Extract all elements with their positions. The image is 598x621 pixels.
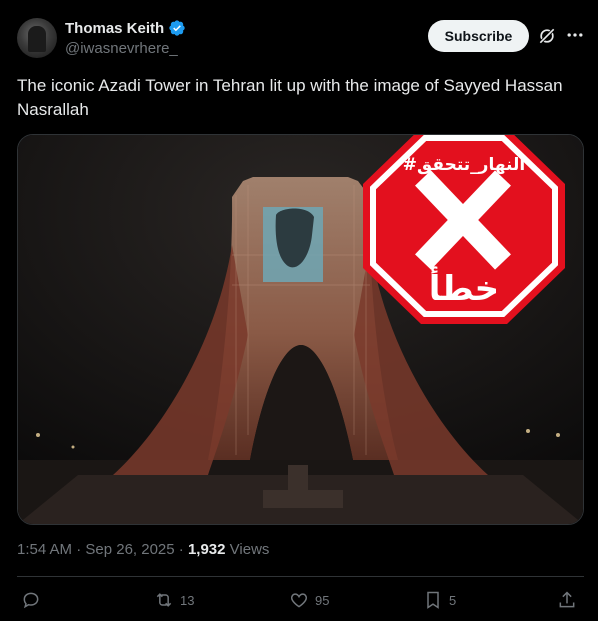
- bookmark-count: 5: [449, 592, 457, 608]
- reply-button[interactable]: [21, 588, 47, 612]
- author-name-row[interactable]: Thomas Keith: [65, 19, 186, 37]
- heart-icon: [290, 593, 308, 608]
- avatar[interactable]: [17, 18, 57, 58]
- grok-icon[interactable]: [537, 26, 557, 46]
- like-count: 95: [315, 592, 330, 608]
- post-header: Thomas Keith @iwasnevrhere_ Subscribe: [17, 16, 584, 60]
- author-name[interactable]: Thomas Keith: [65, 20, 164, 37]
- stamp-verdict: خطأ: [429, 266, 499, 309]
- post-timestamp[interactable]: 1:54 AM · Sep 26, 2025 ·: [17, 541, 188, 558]
- post-meta: 1:54 AM · Sep 26, 2025 · 1,932 Views: [17, 541, 269, 558]
- repost-count: 13: [180, 592, 195, 608]
- action-bar: 13 95 5: [17, 588, 584, 612]
- bookmark-button[interactable]: 5: [423, 588, 456, 612]
- repost-button[interactable]: 13: [154, 588, 194, 612]
- share-icon: [559, 591, 575, 608]
- fact-check-stamp: #النهار_تتحقق خطأ: [363, 135, 565, 324]
- reply-icon: [23, 592, 39, 609]
- bookmark-icon: [427, 591, 439, 609]
- subscribe-button[interactable]: Subscribe: [428, 20, 529, 52]
- repost-icon: [156, 593, 172, 607]
- share-button[interactable]: [557, 588, 577, 612]
- verified-badge-icon: [169, 20, 185, 36]
- post-media[interactable]: #النهار_تتحقق خطأ: [17, 134, 584, 525]
- views-count: 1,932: [187, 541, 226, 558]
- stamp-hashtag: #النهار_تتحقق: [403, 155, 525, 175]
- author-handle[interactable]: @iwasnevrhere_: [65, 40, 178, 57]
- more-options-icon[interactable]: [565, 25, 585, 45]
- post-text: The iconic Azadi Tower in Tehran lit up …: [17, 76, 563, 119]
- views-label: Views: [225, 541, 270, 558]
- divider: [17, 576, 584, 577]
- like-button[interactable]: 95: [289, 588, 329, 612]
